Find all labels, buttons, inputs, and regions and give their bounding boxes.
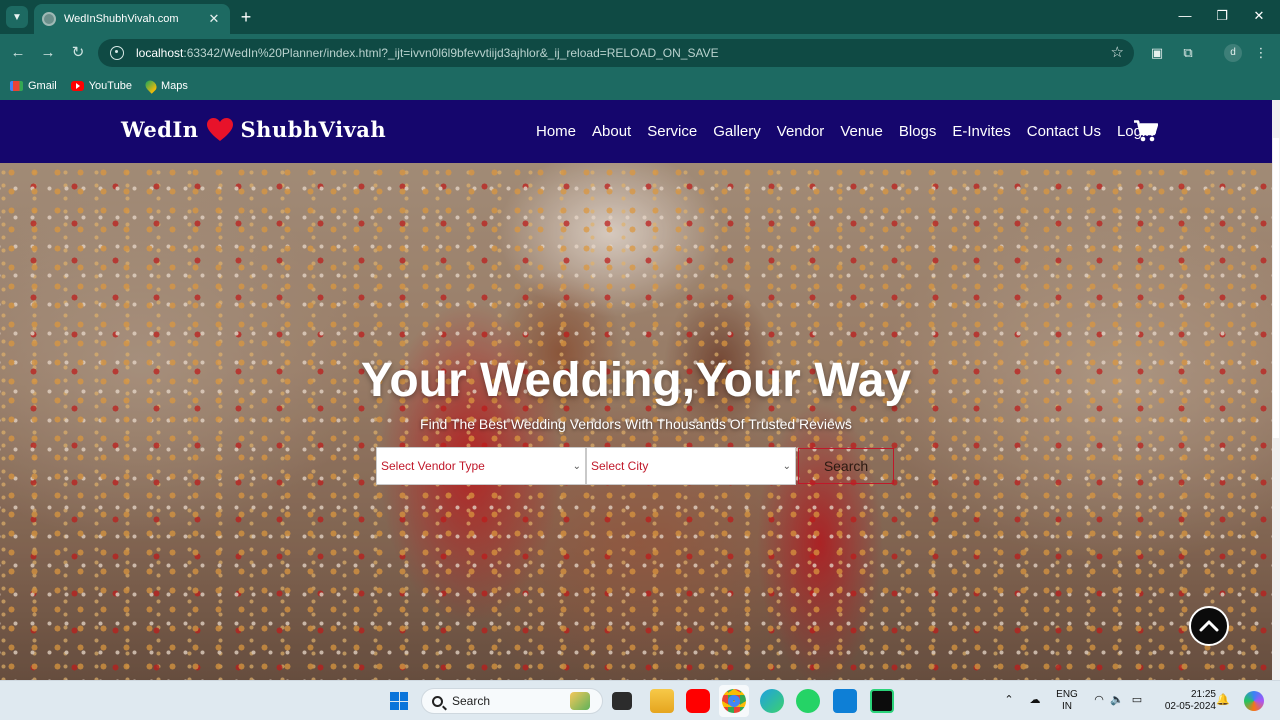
nav-blogs[interactable]: Blogs	[899, 123, 937, 140]
nav-home[interactable]: Home	[536, 123, 576, 140]
chevron-down-icon: ⌄	[572, 460, 581, 472]
nav-venue[interactable]: Venue	[840, 123, 883, 140]
extensions-icon[interactable]: ⧉	[1179, 44, 1197, 62]
chevron-up-icon	[1199, 620, 1219, 632]
vendor-search-form: Select Vendor Type ⌄ Select City ⌄ Searc…	[376, 447, 894, 485]
battery-icon[interactable]: ▭	[1130, 693, 1144, 707]
chevron-down-icon: ▼	[12, 11, 22, 23]
bookmark-maps[interactable]: Maps	[143, 78, 188, 94]
picture-in-picture-icon[interactable]: ▣	[1148, 44, 1166, 62]
close-icon[interactable]: ✕	[206, 11, 222, 27]
search-icon	[432, 695, 443, 707]
back-arrow-icon[interactable]: ←	[8, 43, 28, 63]
youtube-app-icon[interactable]	[686, 689, 710, 713]
tab-search-button[interactable]: ▼	[6, 6, 28, 28]
city-select[interactable]: Select City ⌄	[586, 447, 796, 485]
task-view-icon[interactable]	[612, 692, 632, 710]
site-logo[interactable]: WedIn ShubhVivah	[121, 117, 386, 142]
hero-subtitle: Find The Best Wedding Vendors With Thous…	[420, 416, 852, 432]
windows-start-icon[interactable]	[390, 692, 408, 710]
chevron-up-tray-icon[interactable]: ⌃	[1002, 693, 1016, 707]
bookmark-label: Gmail	[28, 80, 57, 92]
bookmark-star-icon[interactable]: ☆	[1111, 43, 1124, 61]
bookmark-gmail[interactable]: Gmail	[10, 80, 57, 92]
shopping-cart-icon[interactable]	[1134, 120, 1159, 142]
url-path: :63342/WedIn%20Planner/index.html?_ijt=i…	[183, 46, 719, 60]
whatsapp-icon[interactable]	[796, 689, 820, 713]
nav-service[interactable]: Service	[647, 123, 697, 140]
bookmark-youtube[interactable]: YouTube	[70, 80, 132, 92]
web-page: WedIn ShubhVivah Home About Service Gall…	[0, 100, 1272, 680]
vscode-icon[interactable]	[833, 689, 857, 713]
taskbar-search-label: Search	[452, 694, 491, 708]
kebab-menu-icon[interactable]: ⋮	[1252, 44, 1270, 62]
browser-tab-strip: ▼ WedInShubhVivah.com ✕ + — ❐ ✕	[0, 0, 1280, 34]
youtube-icon	[70, 81, 84, 91]
globe-icon	[42, 12, 56, 26]
hero-banner: Your Wedding,Your Way Find The Best Wedd…	[0, 163, 1272, 680]
clock-time: 21:25	[1190, 689, 1216, 700]
scroll-to-top-button[interactable]	[1189, 606, 1229, 646]
cloud-icon[interactable]: ☁	[1028, 693, 1042, 707]
page-scrollbar[interactable]	[1272, 100, 1280, 680]
gmail-icon	[10, 81, 23, 91]
region-code: IN	[1062, 701, 1072, 712]
nav-links: Home About Service Gallery Vendor Venue …	[536, 100, 1170, 163]
nav-gallery[interactable]: Gallery	[713, 123, 761, 140]
clock-date: 02-05-2024	[1164, 701, 1216, 712]
nav-vendor[interactable]: Vendor	[777, 123, 825, 140]
search-highlight-icon	[570, 692, 590, 710]
windows-taskbar: Search ⌃ ☁ ENG IN ◠ 🔈 ▭ 21:25 02-05-2024…	[0, 680, 1280, 720]
address-bar[interactable]: localhost:63342/WedIn%20Planner/index.ht…	[98, 39, 1134, 67]
search-button[interactable]: Search	[798, 448, 894, 484]
file-explorer-icon[interactable]	[650, 689, 674, 713]
new-tab-button[interactable]: +	[236, 7, 256, 27]
copilot-icon[interactable]	[1244, 691, 1264, 711]
nav-e-invites[interactable]: E-Invites	[952, 123, 1010, 140]
tab-title: WedInShubhVivah.com	[64, 13, 179, 25]
browser-toolbar: ← → ↻ localhost:63342/WedIn%20Planner/in…	[0, 34, 1280, 72]
city-value: Select City	[591, 459, 649, 473]
minimize-button[interactable]: —	[1173, 6, 1197, 26]
nav-contact-us[interactable]: Contact Us	[1027, 123, 1101, 140]
browser-tab[interactable]: WedInShubhVivah.com ✕	[34, 4, 230, 34]
taskbar-search[interactable]: Search	[421, 688, 603, 714]
site-info-icon[interactable]	[110, 46, 124, 60]
logo-text-right: ShubhVivah	[240, 117, 387, 142]
vendor-type-select[interactable]: Select Vendor Type ⌄	[376, 447, 586, 485]
pycharm-icon[interactable]	[870, 689, 894, 713]
url-host: localhost	[136, 46, 184, 60]
scrollbar-thumb[interactable]	[1273, 138, 1279, 438]
heart-icon	[206, 117, 233, 142]
forward-arrow-icon[interactable]: →	[38, 43, 58, 63]
language-indicator[interactable]: ENG IN	[1054, 689, 1080, 713]
notification-bell-icon[interactable]: 🔔	[1216, 693, 1230, 707]
volume-icon[interactable]: 🔈	[1110, 693, 1124, 707]
bookmark-label: Maps	[160, 80, 188, 92]
edge-icon[interactable]	[760, 689, 784, 713]
chevron-down-icon: ⌄	[782, 460, 791, 472]
chrome-icon[interactable]	[722, 689, 746, 713]
reload-icon[interactable]: ↻	[68, 43, 88, 63]
clock[interactable]: 21:25 02-05-2024	[1154, 689, 1216, 713]
wifi-icon[interactable]: ◠	[1092, 693, 1106, 707]
bookmark-label: YouTube	[88, 80, 132, 92]
hero-title: Your Wedding,Your Way	[360, 354, 912, 407]
nav-about[interactable]: About	[592, 123, 631, 140]
bookmarks-bar: Gmail YouTube Maps	[0, 72, 1280, 100]
restore-button[interactable]: ❐	[1210, 6, 1234, 26]
close-window-button[interactable]: ✕	[1247, 6, 1271, 26]
logo-text-left: WedIn	[121, 117, 199, 142]
language-code: ENG	[1056, 689, 1078, 700]
profile-avatar[interactable]: d	[1224, 44, 1242, 62]
site-navbar: WedIn ShubhVivah Home About Service Gall…	[0, 100, 1272, 163]
maps-pin-icon	[143, 78, 159, 94]
vendor-type-value: Select Vendor Type	[381, 459, 485, 473]
